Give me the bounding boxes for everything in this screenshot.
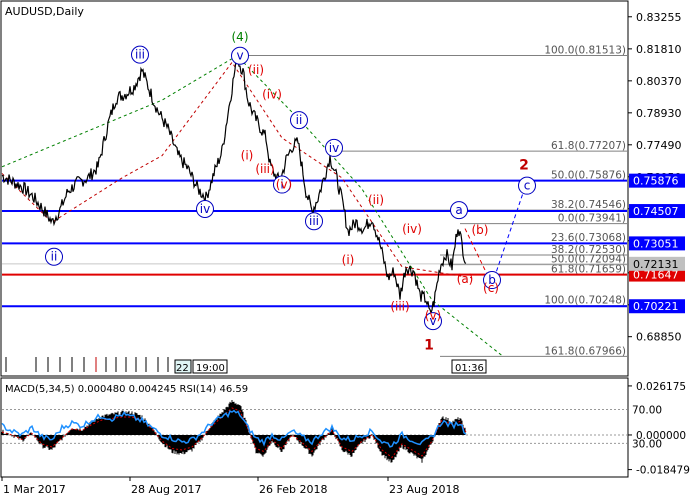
indicator-title: MACD(5,34,5) 0.000480 0.004245 RSI(14) 4… (5, 384, 248, 395)
wave-label: (v) (425, 309, 441, 323)
rsi-level-label: 70.00 (632, 404, 662, 416)
price-level-badge-label: 0.75876 (633, 175, 679, 188)
price-level-badge-label: 0.73051 (633, 237, 679, 250)
indicator-tick-label: 0.026175 (636, 381, 686, 393)
countdown-badge-label: 01:36 (455, 363, 484, 374)
period-badge-label: 22 (176, 363, 189, 374)
chart-window: 100.0(0.81513) 61.8(0.77207) 50.0(0.75876)… (0, 0, 700, 500)
wave-label: (4) (232, 30, 249, 44)
wave-label: 2 (519, 158, 529, 174)
moving-average-line (1, 61, 473, 279)
fibo-level-label: 161.8(0.67966) (544, 345, 626, 357)
rsi-level-label: 30.00 (632, 438, 662, 450)
wave-label: (c) (483, 281, 499, 295)
wave-label: ii (51, 250, 58, 264)
forecast-line-blue (491, 189, 525, 285)
wave-label: iv (200, 202, 210, 216)
time-badge-label: 19:00 (196, 363, 225, 374)
price-level-badge-label: 0.70221 (633, 300, 679, 313)
chart-canvas[interactable]: 100.0(0.81513)61.8(0.77207)50.0(0.75876)… (0, 0, 700, 500)
wave-label: (iv) (402, 222, 422, 236)
wave-label: iv (329, 141, 339, 155)
price-tick-label: 0.77490 (636, 139, 682, 152)
time-tick-label: 26 Feb 2018 (259, 483, 327, 496)
fibo-level-label: 100.0(0.81513) (544, 44, 626, 56)
fibo-level-label: 61.8(0.71659) (551, 263, 626, 275)
chart-title: AUDUSD,Daily (5, 5, 84, 18)
price-tick-label: 0.78930 (636, 107, 682, 120)
wave-label: (iii) (390, 300, 409, 314)
fibo-level-label: 100.0(0.70248) (544, 295, 626, 307)
fibo-level-label: 61.8(0.77207) (551, 140, 626, 152)
wave-label: c (524, 179, 531, 193)
price-level-badge-label: 0.72131 (633, 258, 679, 271)
wave-label: (b) (472, 223, 489, 237)
fibo-level-label: 23.6(0.73068) (551, 232, 626, 244)
wave-label: (v) (276, 178, 292, 192)
wave-label: (iii) (255, 162, 274, 176)
wave-label: v (236, 49, 243, 63)
wave-label: iii (135, 48, 145, 62)
time-tick-label: 1 Mar 2017 (3, 483, 66, 496)
wave-label: a (455, 203, 462, 217)
wave-label: iii (309, 214, 319, 228)
time-tick-label: 23 Aug 2018 (389, 483, 459, 496)
wave-label: (ii) (248, 63, 264, 77)
wave-label: (i) (342, 253, 355, 267)
wave-label: (ii) (368, 193, 384, 207)
price-tick-label: 0.83255 (636, 11, 682, 24)
price-tick-label: 0.80370 (636, 75, 682, 88)
time-tick-label: 28 Aug 2017 (131, 483, 201, 496)
fibo-level-label: 0.0(0.73941) (558, 213, 626, 225)
price-tick-label: 0.81810 (636, 43, 682, 56)
wave-label: (i) (241, 149, 254, 163)
wave-label: 1 (424, 338, 434, 354)
fibo-level-label: 38.2(0.74546) (551, 199, 626, 211)
wave-label: (iv) (262, 88, 282, 102)
price-level-badge-label: 0.74507 (633, 205, 679, 218)
price-tick-label: 0.68850 (636, 331, 682, 344)
indicator-tick-label: -0.018479 (636, 465, 690, 477)
wave-label: (a) (457, 272, 474, 286)
wave-label: ii (296, 113, 303, 127)
